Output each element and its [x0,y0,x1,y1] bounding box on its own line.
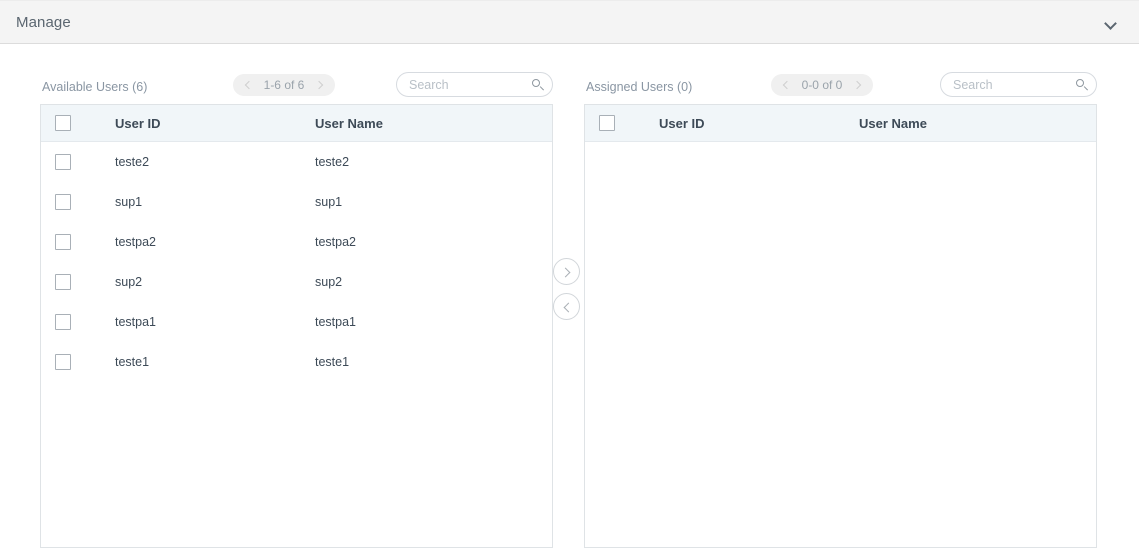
assigned-pagination: 0-0 of 0 [771,74,873,96]
chevron-left-icon[interactable] [779,78,793,92]
assigned-table-header-row: User ID User Name [585,105,1096,142]
available-table-empty-area [41,382,552,547]
row-select-cell [41,154,115,170]
available-row-checkbox[interactable] [55,194,71,210]
available-users-label: Available Users (6) [42,80,148,94]
assigned-table-empty-area [585,142,1096,547]
cell-user-name: sup1 [315,195,343,209]
row-select-cell [41,234,115,250]
available-row-checkbox[interactable] [55,234,71,250]
available-row-checkbox[interactable] [55,314,71,330]
search-icon[interactable] [1072,73,1096,96]
cell-user-id: sup1 [115,195,143,209]
assigned-column-user-id: User ID [659,115,705,131]
cell-user-name: sup2 [315,275,343,289]
table-row[interactable]: teste1 teste1 [41,342,552,382]
assigned-select-all-cell [585,115,659,131]
available-pagination: 1-6 of 6 [233,74,335,96]
chevron-right-icon[interactable] [313,78,327,92]
available-search-input[interactable] [397,77,528,92]
assigned-select-all-checkbox[interactable] [599,115,615,131]
assigned-column-user-name: User Name [859,115,927,131]
assigned-search-box[interactable] [940,72,1097,97]
cell-user-name: testpa2 [315,235,357,249]
page-title: Manage [16,13,71,31]
assigned-search-input[interactable] [941,77,1072,92]
available-users-table: User ID User Name teste2 teste2 sup1 sup1 te… [40,104,553,548]
accordion-toggle-button[interactable] [1097,1,1123,43]
table-row[interactable]: sup2 sup2 [41,262,552,302]
cell-user-id: teste2 [115,155,150,169]
available-panel-header: Available Users (6) 1-6 of 6 [40,44,553,104]
assigned-users-panel: Assigned Users (0) 0-0 of 0 User ID User… [584,44,1097,548]
chevron-left-icon[interactable] [241,78,255,92]
unassign-users-button[interactable] [553,293,580,320]
cell-user-name: testpa1 [315,315,357,329]
dual-list-picker: Available Users (6) 1-6 of 6 User ID Use… [0,44,1139,554]
assign-users-button[interactable] [553,258,580,285]
available-pagination-text: 1-6 of 6 [263,78,305,92]
transfer-controls [553,44,584,554]
table-row[interactable]: testpa2 testpa2 [41,222,552,262]
available-select-all-checkbox[interactable] [55,115,71,131]
available-table-body: teste2 teste2 sup1 sup1 testpa2 testpa2 sup2 su… [41,142,552,382]
row-select-cell [41,274,115,290]
table-row[interactable]: testpa1 testpa1 [41,302,552,342]
cell-user-name: teste2 [315,155,350,169]
assigned-panel-header: Assigned Users (0) 0-0 of 0 [584,44,1097,104]
cell-user-id: teste1 [115,355,150,369]
table-row[interactable]: teste2 teste2 [41,142,552,182]
assigned-users-label: Assigned Users (0) [586,80,693,94]
chevron-down-icon [1105,19,1116,26]
available-column-user-name: User Name [315,115,383,131]
search-icon[interactable] [528,73,552,96]
assigned-users-table: User ID User Name [584,104,1097,548]
assigned-pagination-text: 0-0 of 0 [801,78,843,92]
chevron-right-icon [560,267,570,277]
chevron-right-icon[interactable] [851,78,865,92]
available-table-header-row: User ID User Name [41,105,552,142]
table-row[interactable]: sup1 sup1 [41,182,552,222]
available-select-all-cell [41,115,115,131]
manage-accordion-header[interactable]: Manage [0,0,1139,44]
row-select-cell [41,354,115,370]
cell-user-id: sup2 [115,275,143,289]
cell-user-id: testpa2 [115,235,157,249]
available-column-user-id: User ID [115,115,161,131]
row-select-cell [41,314,115,330]
row-select-cell [41,194,115,210]
available-search-box[interactable] [396,72,553,97]
chevron-left-icon [563,302,573,312]
cell-user-name: teste1 [315,355,350,369]
available-row-checkbox[interactable] [55,274,71,290]
cell-user-id: testpa1 [115,315,157,329]
available-row-checkbox[interactable] [55,154,71,170]
available-row-checkbox[interactable] [55,354,71,370]
available-users-panel: Available Users (6) 1-6 of 6 User ID Use… [40,44,553,548]
